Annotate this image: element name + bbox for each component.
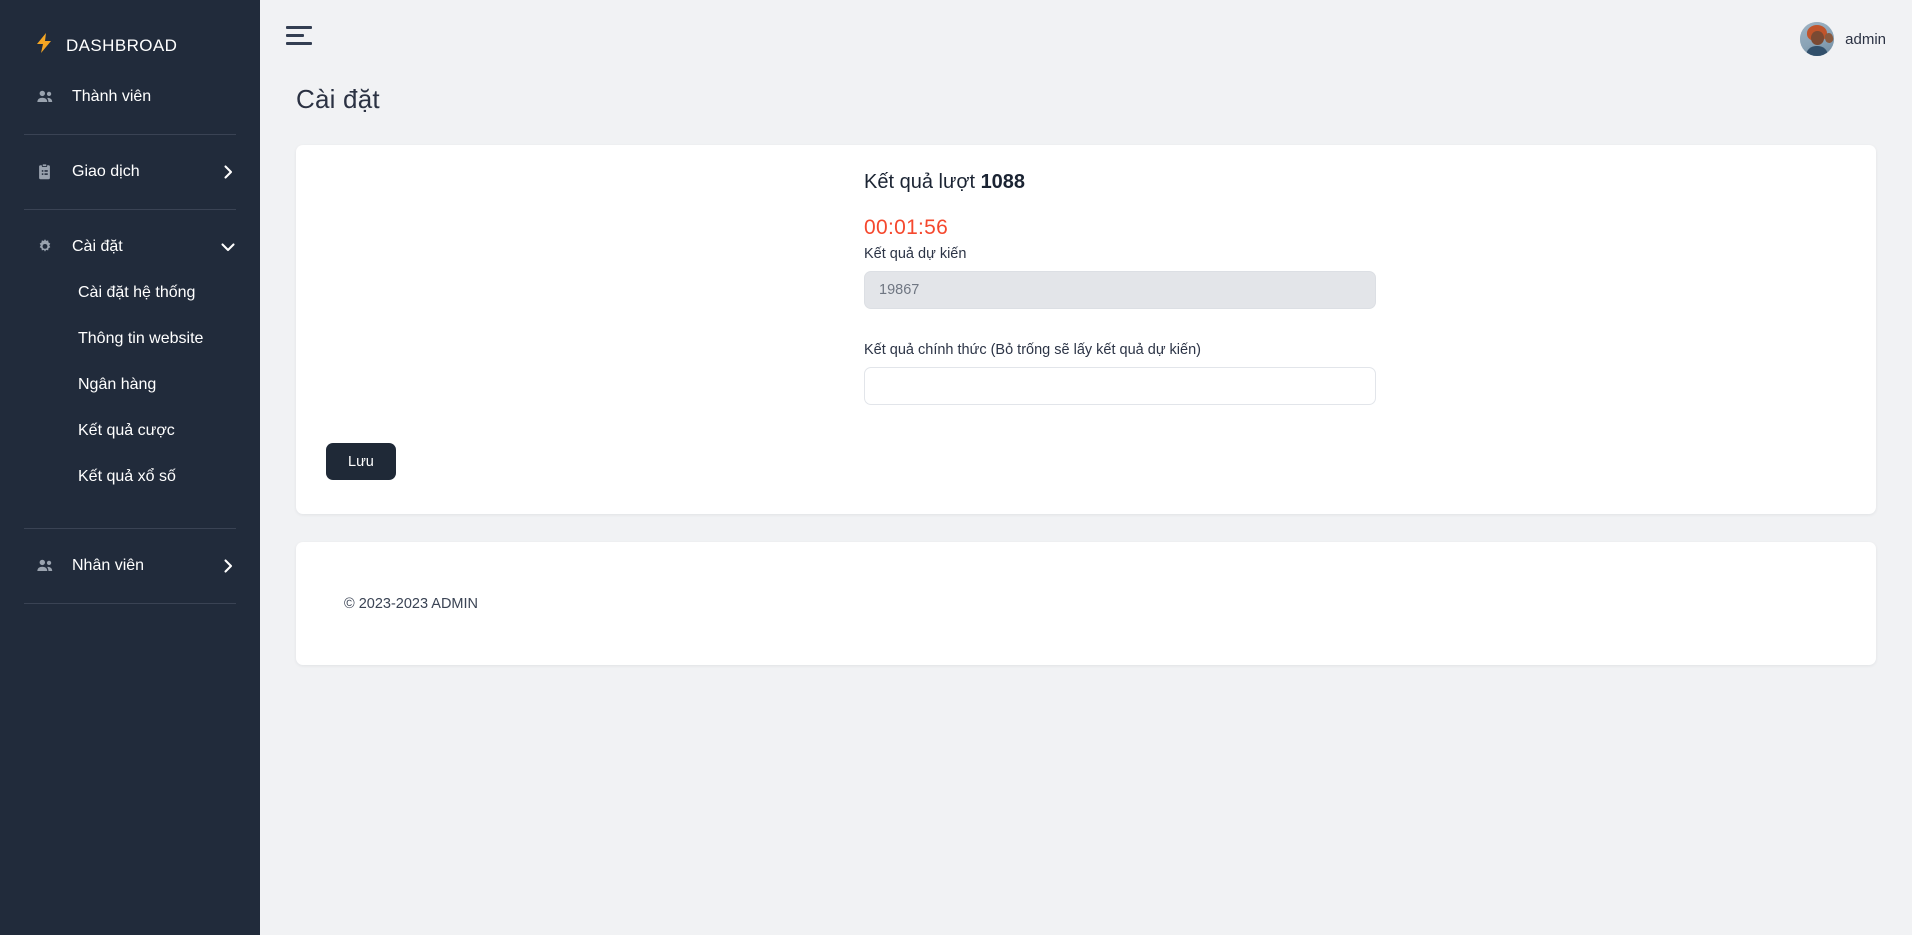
sidebar-item-label: Cài đặt <box>72 238 220 256</box>
expected-result-input <box>864 271 1376 309</box>
users-icon <box>36 88 58 106</box>
save-row: Lưu <box>296 443 1876 480</box>
sidebar-subitem-thong-tin-website[interactable]: Thông tin website <box>0 316 260 362</box>
brand[interactable]: DASHBROAD <box>0 18 260 74</box>
save-button[interactable]: Lưu <box>326 443 396 480</box>
sidebar-subitem-label: Ngân hàng <box>78 376 156 394</box>
footer-card: © 2023-2023 ADMIN <box>296 542 1876 665</box>
sidebar: DASHBROAD Thành viên <box>0 0 260 935</box>
sidebar-subitem-ngan-hang[interactable]: Ngân hàng <box>0 362 260 408</box>
copyright-text: © 2023-2023 ADMIN <box>344 596 478 612</box>
gear-icon <box>36 238 58 256</box>
topbar: admin <box>260 0 1912 78</box>
brand-label: DASHBROAD <box>66 36 177 56</box>
content-area: Kết quả lượt 1088 00:01:56 Kết quả dự ki… <box>260 115 1912 665</box>
sidebar-subitem-label: Kết quả xổ số <box>78 468 176 486</box>
form-heading-prefix: Kết quả lượt <box>864 171 981 193</box>
form-heading: Kết quả lượt 1088 <box>864 171 1376 194</box>
sidebar-subitem-ket-qua-cuoc[interactable]: Kết quả cược <box>0 408 260 454</box>
sidebar-divider-1 <box>24 134 236 135</box>
page-title: Cài đặt <box>260 78 1912 115</box>
hamburger-menu-icon[interactable] <box>282 22 316 48</box>
expected-result-label: Kết quả dự kiến <box>864 246 1376 262</box>
sidebar-item-cai-dat[interactable]: Cài đặt <box>0 224 260 270</box>
chevron-right-icon <box>220 165 236 179</box>
chevron-right-icon <box>220 559 236 573</box>
settings-card: Kết quả lượt 1088 00:01:56 Kết quả dự ki… <box>296 145 1876 514</box>
app-root: DASHBROAD Thành viên <box>0 0 1912 935</box>
sidebar-subitem-ket-qua-xo-so[interactable]: Kết quả xổ số <box>0 454 260 500</box>
sidebar-item-thanh-vien[interactable]: Thành viên <box>0 74 260 120</box>
sidebar-divider-4 <box>24 603 236 604</box>
sidebar-subitem-label: Thông tin website <box>78 330 203 348</box>
chevron-down-icon <box>220 243 236 252</box>
result-form: Kết quả lượt 1088 00:01:56 Kết quả dự ki… <box>864 171 1376 405</box>
avatar-face <box>1811 31 1824 45</box>
sidebar-item-label: Nhân viên <box>72 557 220 575</box>
sidebar-subitem-label: Cài đặt hệ thống <box>78 284 195 302</box>
sidebar-subitem-label: Kết quả cược <box>78 422 175 440</box>
clipboard-icon <box>36 163 58 181</box>
sidebar-item-nhan-vien[interactable]: Nhân viên <box>0 543 260 589</box>
sidebar-item-label: Thành viên <box>72 88 236 106</box>
main-area: admin Cài đặt Kết quả lượt 1088 00:01:56… <box>260 0 1912 935</box>
sidebar-divider-3 <box>24 528 236 529</box>
sidebar-item-giao-dich[interactable]: Giao dịch <box>0 149 260 195</box>
user-menu[interactable]: admin <box>1800 22 1890 56</box>
official-result-input[interactable] <box>864 367 1376 405</box>
hamburger-line <box>286 42 312 45</box>
field-spacer <box>864 309 1376 342</box>
sidebar-divider-2 <box>24 209 236 210</box>
countdown-timer: 00:01:56 <box>864 216 1376 240</box>
form-heading-round: 1088 <box>981 171 1026 193</box>
users-icon <box>36 557 58 575</box>
sidebar-subitem-cai-dat-he-thong[interactable]: Cài đặt hệ thống <box>0 270 260 316</box>
hamburger-line <box>286 26 312 29</box>
hamburger-line <box>286 34 304 37</box>
bolt-icon <box>36 33 52 57</box>
sidebar-item-label: Giao dịch <box>72 163 220 181</box>
user-name-label: admin <box>1845 31 1886 48</box>
avatar <box>1800 22 1834 56</box>
official-result-label: Kết quả chính thức (Bỏ trống sẽ lấy kết … <box>864 342 1376 358</box>
